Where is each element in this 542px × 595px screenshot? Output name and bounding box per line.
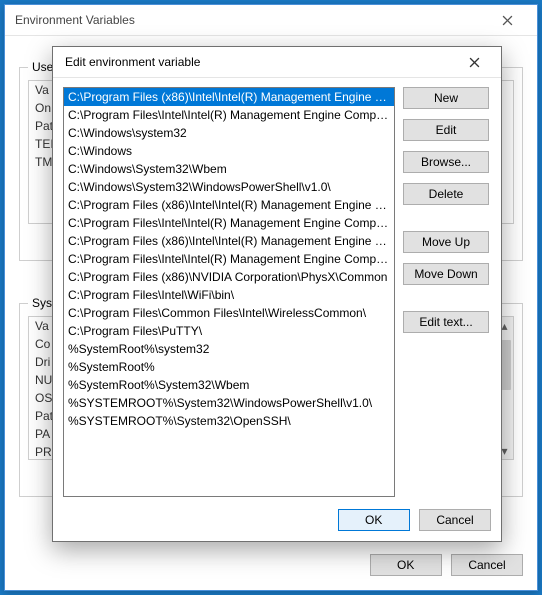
env-titlebar: Environment Variables [5, 5, 537, 36]
path-list-item[interactable]: %SystemRoot%\System32\Wbem [64, 376, 394, 394]
path-list-item[interactable]: C:\Program Files (x86)\Intel\Intel(R) Ma… [64, 232, 394, 250]
env-footer-buttons: OK Cancel [364, 554, 523, 576]
edit-close-button[interactable] [455, 48, 493, 76]
edit-titlebar: Edit environment variable [53, 47, 501, 78]
close-icon [502, 15, 513, 26]
path-list-item[interactable]: C:\Program Files (x86)\Intel\Intel(R) Ma… [64, 88, 394, 106]
path-list-item[interactable]: C:\Windows\System32\Wbem [64, 160, 394, 178]
path-list-item[interactable]: C:\Program Files\PuTTY\ [64, 322, 394, 340]
edit-footer: OK Cancel [53, 509, 491, 531]
env-close-button[interactable] [487, 5, 527, 35]
edit-button[interactable]: Edit [403, 119, 489, 141]
path-list-item[interactable]: %SYSTEMROOT%\System32\OpenSSH\ [64, 412, 394, 430]
env-cancel-button[interactable]: Cancel [451, 554, 523, 576]
side-buttons: New Edit Browse... Delete Move Up Move D… [403, 87, 491, 343]
path-list-item[interactable]: C:\Windows\system32 [64, 124, 394, 142]
edit-title: Edit environment variable [65, 55, 200, 69]
env-title: Environment Variables [15, 5, 135, 35]
path-list-item[interactable]: C:\Program Files (x86)\Intel\Intel(R) Ma… [64, 196, 394, 214]
move-up-button[interactable]: Move Up [403, 231, 489, 253]
path-list-item[interactable]: C:\Program Files\Common Files\Intel\Wire… [64, 304, 394, 322]
move-down-button[interactable]: Move Down [403, 263, 489, 285]
edit-body: C:\Program Files (x86)\Intel\Intel(R) Ma… [63, 87, 491, 497]
path-list-item[interactable]: C:\Program Files\Intel\WiFi\bin\ [64, 286, 394, 304]
path-list-item[interactable]: C:\Windows\System32\WindowsPowerShell\v1… [64, 178, 394, 196]
path-list-item[interactable]: C:\Program Files\Intel\Intel(R) Manageme… [64, 106, 394, 124]
browse-button[interactable]: Browse... [403, 151, 489, 173]
edit-ok-button[interactable]: OK [338, 509, 410, 531]
path-list-item[interactable]: %SystemRoot%\system32 [64, 340, 394, 358]
edit-text-button[interactable]: Edit text... [403, 311, 489, 333]
path-list-item[interactable]: C:\Program Files (x86)\NVIDIA Corporatio… [64, 268, 394, 286]
path-list-item[interactable]: %SystemRoot% [64, 358, 394, 376]
edit-cancel-button[interactable]: Cancel [419, 509, 491, 531]
new-button[interactable]: New [403, 87, 489, 109]
path-list-item[interactable]: %SYSTEMROOT%\System32\WindowsPowerShell\… [64, 394, 394, 412]
delete-button[interactable]: Delete [403, 183, 489, 205]
path-list-item[interactable]: C:\Program Files\Intel\Intel(R) Manageme… [64, 250, 394, 268]
env-ok-button[interactable]: OK [370, 554, 442, 576]
path-list-item[interactable]: C:\Windows [64, 142, 394, 160]
path-list[interactable]: C:\Program Files (x86)\Intel\Intel(R) Ma… [63, 87, 395, 497]
close-icon [469, 57, 480, 68]
edit-environment-variable-dialog: Edit environment variable C:\Program Fil… [52, 46, 502, 542]
path-list-item[interactable]: C:\Program Files\Intel\Intel(R) Manageme… [64, 214, 394, 232]
